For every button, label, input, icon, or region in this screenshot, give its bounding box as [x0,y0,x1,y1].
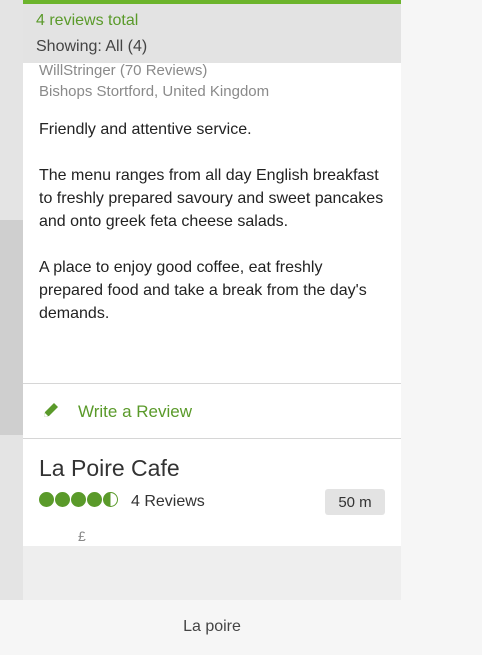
reviewer-name[interactable]: WillStringer (70 Reviews) [39,60,269,81]
review-screen: 4 reviews total Showing: All (4) WillStr… [23,0,401,600]
rating-bubble-full [71,492,86,507]
rating-bubbles [39,492,118,507]
listing-review-count[interactable]: 4 Reviews [131,493,205,511]
reviews-header: 4 reviews total Showing: All (4) [23,4,401,63]
write-review-label: Write a Review [78,402,192,421]
distance-badge: 50 m [325,489,385,515]
reviewer-info: WillStringer (70 Reviews) Bishops Stortf… [39,60,269,102]
reviews-total: 4 reviews total [36,12,139,29]
review-body: Friendly and attentive service. The menu… [39,118,389,348]
filter-showing[interactable]: Showing: All (4) [36,38,147,56]
divider [23,438,401,439]
rating-bubble-full [39,492,54,507]
review-paragraph: Friendly and attentive service. [39,121,252,138]
background-image-fragment [0,220,24,435]
background-right [401,0,482,655]
reviewer-location: Bishops Stortford, United Kingdom [39,83,270,100]
price-level: £ [78,528,86,544]
rating-bubble-full [87,492,102,507]
listing-name[interactable]: La Poire Cafe [39,455,180,482]
image-caption: La poire [183,618,241,635]
bottom-area [23,546,401,600]
rating-bubble-full [55,492,70,507]
review-paragraph: The menu ranges from all day English bre… [39,167,384,230]
write-review-button[interactable]: Write a Review [23,384,401,438]
pencil-icon [44,403,58,417]
rating-bubble-half [103,492,118,507]
review-paragraph: A place to enjoy good coffee, eat freshl… [39,259,367,322]
